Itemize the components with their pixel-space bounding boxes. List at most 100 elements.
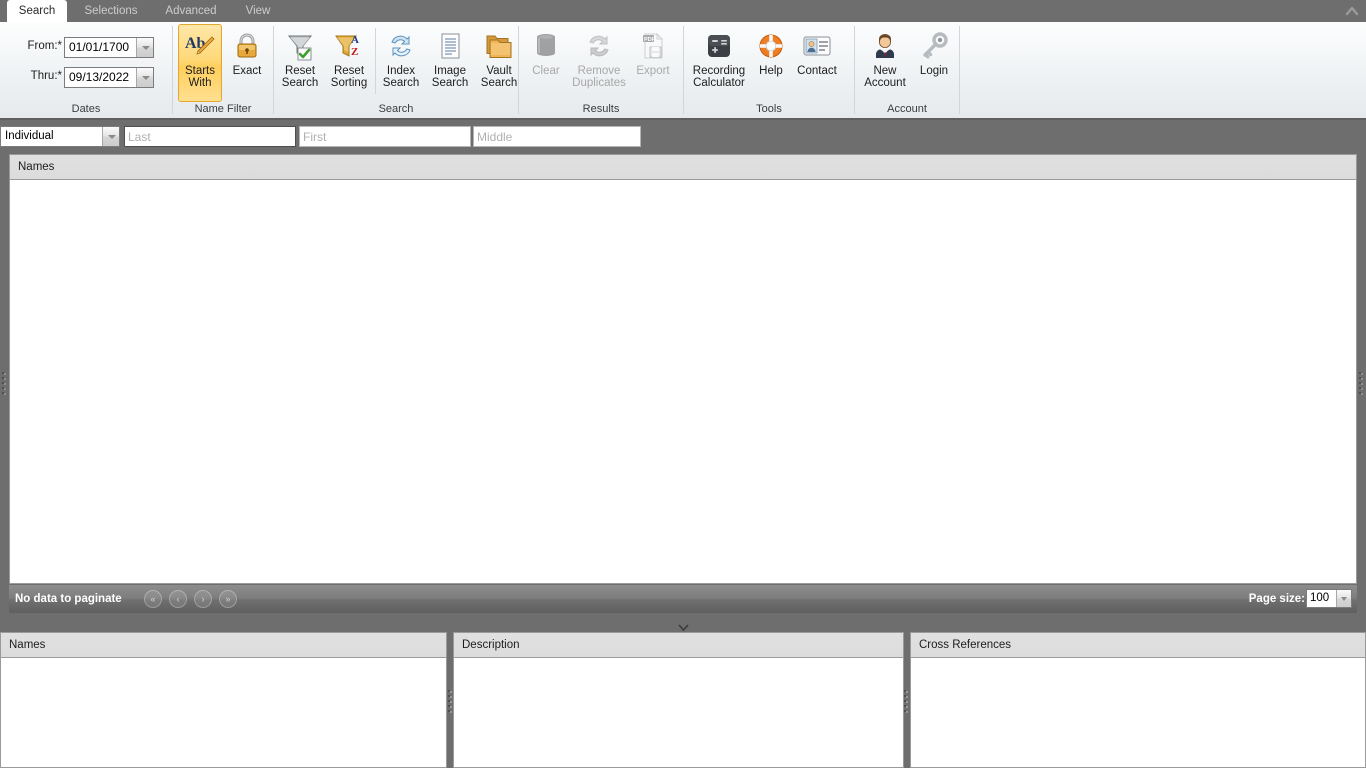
record-type-select[interactable]: Individual — [0, 126, 120, 147]
help-button[interactable]: Help — [752, 24, 790, 96]
recycle-arrows-icon — [584, 29, 614, 63]
left-splitter-grip[interactable] — [2, 372, 6, 398]
reset-search-label: Reset Search — [281, 65, 319, 89]
funnel-az-icon: A Z — [334, 29, 364, 63]
group-label-name-filter: Name Filter — [194, 103, 252, 115]
pager-bar: No data to paginate « ‹ › » Page size: 1… — [9, 585, 1357, 613]
svg-text:PDF: PDF — [644, 37, 656, 43]
recording-calculator-button[interactable]: Recording Calculator — [688, 24, 750, 96]
group-label-account: Account — [887, 103, 927, 115]
first-page-button[interactable]: « — [144, 590, 162, 608]
calculator-icon — [704, 29, 734, 63]
padlock-icon — [234, 29, 260, 63]
help-label: Help — [759, 65, 783, 77]
starts-with-button[interactable]: Ab Starts With — [178, 24, 222, 102]
results-grid-body[interactable] — [10, 181, 1356, 583]
dropdown-arrow-icon[interactable] — [136, 68, 153, 87]
ab-pencil-icon: Ab — [184, 29, 216, 63]
person-suit-icon — [871, 29, 899, 63]
tab-view[interactable]: View — [232, 0, 284, 22]
last-page-button[interactable]: » — [219, 590, 237, 608]
ribbon-group-name-filter: Ab Starts With Exact Name Filter — [173, 22, 273, 118]
new-account-label: New Account — [864, 65, 906, 89]
group-label-dates: Dates — [71, 103, 101, 115]
tab-search[interactable]: Search — [7, 0, 67, 22]
dropdown-arrow-icon[interactable] — [102, 127, 119, 146]
svg-text:Z: Z — [351, 46, 358, 58]
key-icon — [919, 29, 949, 63]
remove-duplicates-button[interactable]: Remove Duplicates — [571, 24, 627, 96]
group-subdivider — [375, 28, 376, 94]
starts-with-label: Starts With — [184, 65, 216, 89]
ribbon-tabstrip: Search Selections Advanced View — [0, 0, 1366, 22]
pager-status-text: No data to paginate — [15, 593, 122, 605]
right-splitter-grip[interactable] — [1359, 372, 1363, 398]
ribbon-group-account: New Account Login Account — [855, 22, 959, 118]
reset-search-button[interactable]: Reset Search — [276, 24, 324, 96]
panel-description: Description — [453, 632, 904, 768]
record-type-value: Individual — [5, 130, 54, 142]
recording-calculator-label: Recording Calculator — [692, 65, 746, 89]
reset-sorting-button[interactable]: A Z Reset Sorting — [325, 24, 373, 96]
chevron-up-icon[interactable] — [1344, 3, 1360, 19]
date-from-label: From:* — [27, 40, 63, 52]
contact-card-icon — [801, 29, 833, 63]
panel-description-header: Description — [454, 633, 903, 658]
panel-description-title: Description — [462, 639, 520, 651]
ribbon: Search Selections Advanced View From:* 0… — [0, 0, 1366, 122]
page-size-select[interactable]: 100 — [1306, 589, 1352, 608]
image-search-button[interactable]: Image Search — [426, 24, 474, 96]
ribbon-group-results: Clear Remove Duplicates PDF Export Resul… — [519, 22, 683, 118]
page-size-value: 100 — [1310, 592, 1330, 604]
page-size-label: Page size: — [1248, 593, 1305, 605]
middle-name-input[interactable] — [473, 126, 641, 147]
vault-search-button[interactable]: Vault Search — [475, 24, 523, 96]
reset-sorting-label: Reset Sorting — [330, 65, 368, 89]
collapse-down-icon[interactable] — [678, 622, 689, 632]
contact-button[interactable]: Contact — [791, 24, 843, 96]
life-ring-icon — [756, 29, 786, 63]
dropdown-arrow-icon[interactable] — [136, 38, 153, 57]
ribbon-group-tools: Recording Calculator Help Contact Tools — [684, 22, 854, 118]
exact-button[interactable]: Exact — [225, 24, 269, 96]
clear-label: Clear — [532, 65, 560, 77]
index-search-label: Index Search — [382, 65, 420, 89]
funnel-check-icon — [285, 29, 315, 63]
clear-button[interactable]: Clear — [523, 24, 569, 96]
trash-can-icon — [533, 29, 559, 63]
date-thru-value: 09/13/2022 — [69, 70, 130, 84]
panel-names-title: Names — [9, 639, 46, 651]
image-search-label: Image Search — [431, 65, 469, 89]
last-name-input[interactable] — [124, 126, 296, 147]
ribbon-body: From:* 01/01/1700 Thru:* 09/13/2022 Date… — [0, 22, 1366, 120]
tab-selections[interactable]: Selections — [72, 0, 150, 22]
prev-page-button[interactable]: ‹ — [169, 590, 187, 608]
remove-duplicates-label: Remove Duplicates — [572, 65, 626, 89]
vault-search-label: Vault Search — [480, 65, 518, 89]
first-name-input[interactable] — [299, 126, 471, 147]
column-header-names[interactable]: Names — [18, 155, 54, 180]
svg-text:A: A — [351, 34, 359, 46]
export-button[interactable]: PDF Export — [629, 24, 677, 96]
index-search-button[interactable]: Index Search — [377, 24, 425, 96]
group-divider — [959, 26, 960, 114]
refresh-arrows-icon — [386, 29, 416, 63]
panel-cross-references-title: Cross References — [919, 639, 1012, 651]
results-grid: Names — [9, 154, 1357, 584]
group-label-results: Results — [582, 103, 620, 115]
dropdown-arrow-icon[interactable] — [1336, 590, 1351, 607]
group-label-search: Search — [378, 103, 414, 115]
name-search-bar: Individual — [0, 126, 1366, 148]
tab-advanced[interactable]: Advanced — [155, 0, 227, 22]
date-thru-input[interactable]: 09/13/2022 — [64, 67, 154, 88]
login-button[interactable]: Login — [912, 24, 956, 96]
next-page-button[interactable]: › — [194, 590, 212, 608]
new-account-button[interactable]: New Account — [859, 24, 911, 96]
ribbon-group-search: Reset Search A Z Reset Sorting Index Sea… — [274, 22, 518, 118]
panel-splitter-grip-2[interactable] — [904, 690, 909, 716]
ribbon-group-dates: From:* 01/01/1700 Thru:* 09/13/2022 Date… — [0, 22, 172, 118]
date-from-input[interactable]: 01/01/1700 — [64, 37, 154, 58]
document-lines-icon — [435, 29, 465, 63]
panel-names-header: Names — [1, 633, 446, 658]
horizontal-splitter[interactable] — [0, 617, 1366, 632]
